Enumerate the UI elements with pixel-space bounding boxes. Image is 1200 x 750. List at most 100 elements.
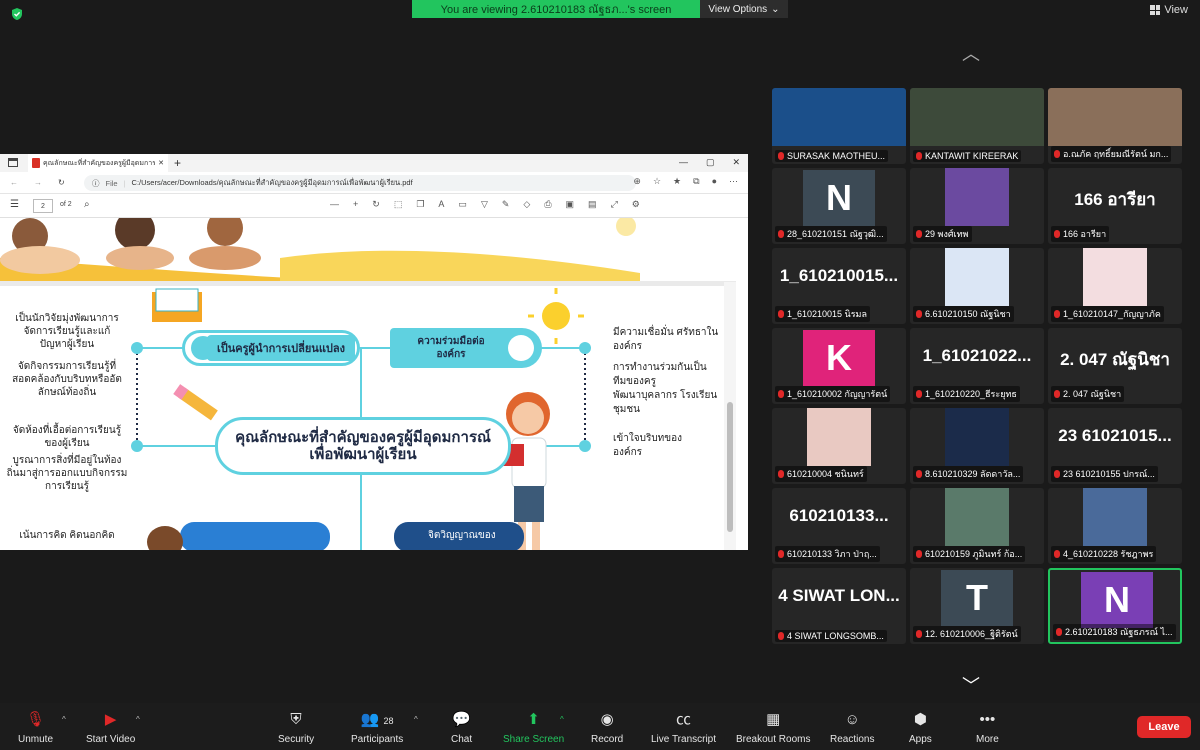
live-transcript-button[interactable]: ㏄ Live Transcript [651, 711, 716, 745]
participants-button[interactable]: 👥 28 Participants [351, 711, 403, 745]
participant-tile[interactable]: 6.610210150 ณัฐนิชา [910, 248, 1044, 324]
participant-tile[interactable]: 4_610210228 รัชฎาพร [1048, 488, 1182, 564]
settings-icon[interactable]: ⚙ [632, 199, 640, 210]
participant-tile[interactable]: N 2.610210183 ณัฐธภรณ์ ไ... [1048, 568, 1182, 644]
fit-page-icon[interactable]: ⬚ [394, 199, 403, 210]
participant-tile[interactable]: อ.ณภัค ฤทธิ์ยมณีรัตน์ มก... [1048, 88, 1182, 164]
profile-icon[interactable]: ● [712, 176, 717, 187]
participant-tile[interactable]: 29 พงศ์เทพ [910, 168, 1044, 244]
start-video-button[interactable]: ▶ Start Video [86, 711, 135, 745]
new-tab-button[interactable]: + [174, 156, 181, 170]
gallery-down-arrow[interactable]: ﹀ [962, 672, 980, 698]
leave-button[interactable]: Leave [1137, 716, 1191, 738]
participant-name-label: KANTAWIT KIREERAK [913, 150, 1022, 162]
contents-icon[interactable]: ☰ [10, 199, 19, 210]
participant-tile[interactable]: SURASAK MAOTHEU... [772, 88, 906, 164]
window-menu-icon[interactable] [8, 158, 18, 167]
participant-tile[interactable]: 2. 047 ณัฐนิชา 2. 047 ณัฐนิชา [1048, 328, 1182, 404]
zoom-in-icon[interactable]: + [353, 199, 358, 210]
share-screen-button[interactable]: ⬆ Share Screen [503, 711, 564, 745]
more-icon: ••• [979, 711, 996, 728]
participant-tile[interactable]: 4 SIWAT LON... 4 SIWAT LONGSOMB... [772, 568, 906, 644]
unmute-button[interactable]: 🎙 Unmute [18, 711, 53, 745]
scrollbar-thumb[interactable] [727, 402, 733, 532]
audio-options-caret[interactable]: ^ [62, 715, 66, 724]
participant-name: KANTAWIT KIREERAK [925, 151, 1019, 161]
shield-icon[interactable] [10, 7, 24, 21]
participant-name: 1_610210015 นิรมล [787, 309, 867, 319]
chevron-down-icon: ⌄ [771, 3, 780, 15]
page-number-input[interactable]: 2 [33, 199, 53, 213]
chat-button[interactable]: 💬 Chat [451, 711, 472, 745]
apps-button[interactable]: ⬢ Apps [909, 711, 932, 745]
mindmap-dot [131, 342, 143, 354]
video-options-caret[interactable]: ^ [136, 715, 140, 724]
save-as-icon[interactable]: ▤ [588, 199, 597, 210]
highlight-icon[interactable]: ✎ [502, 199, 510, 210]
share-options-caret[interactable]: ^ [560, 715, 564, 724]
refresh-icon[interactable]: ↻ [58, 178, 72, 187]
pdf-scrollbar[interactable] [724, 282, 736, 550]
participant-tile[interactable]: 8.610210329 ลัดดาวัล... [910, 408, 1044, 484]
participant-tile[interactable]: 610210133... 610210133 วิภา ป่าฤ... [772, 488, 906, 564]
search-icon[interactable]: ⌕ [84, 199, 90, 210]
participant-tile[interactable]: 1_610210147_กัญญาภัค [1048, 248, 1182, 324]
collections-icon[interactable]: ⧉ [693, 176, 699, 187]
two-page-icon[interactable]: ▭ [458, 199, 467, 210]
browser-tab[interactable]: คุณลักษณะที่สำคัญของครูผู้มีอุดมการณ์...… [28, 154, 168, 172]
minimize-icon[interactable]: — [679, 157, 688, 168]
window-controls: — ▢ ✕ [679, 157, 740, 168]
participant-tile[interactable]: 23 61021015... 23 610210155 ปกรณ์... [1048, 408, 1182, 484]
mic-muted-icon [778, 230, 784, 238]
rotate-icon[interactable]: ↻ [372, 199, 380, 210]
maximize-icon[interactable]: ▢ [706, 157, 715, 168]
zoom-icon[interactable]: ⊕ [633, 176, 641, 187]
fullscreen-icon[interactable]: ⤢ [611, 199, 618, 210]
participant-tile[interactable]: 1_61021022... 1_610210220_ธีระยุทธ [910, 328, 1044, 404]
view-options-button[interactable]: View Options ⌄ [700, 0, 788, 18]
print-icon[interactable]: ⎙ [544, 199, 551, 210]
view-button[interactable]: View [1150, 4, 1188, 16]
pdf-viewport[interactable]: เป็นครูผู้นำการเปลี่ยนแปลง ความร่วมมือต่… [0, 218, 736, 550]
more-label: More [976, 734, 999, 745]
participants-options-caret[interactable]: ^ [414, 715, 418, 724]
more-icon[interactable]: ⋯ [729, 176, 738, 187]
favorites-icon[interactable]: ★ [673, 176, 681, 187]
forward-icon[interactable]: → [34, 178, 48, 187]
participant-tile[interactable]: 610210004 ชนินทร์ [772, 408, 906, 484]
back-icon[interactable]: ← [10, 178, 24, 187]
favorite-icon[interactable]: ☆ [653, 176, 661, 187]
meeting-toolbar: 🎙 Unmute ^ ▶ Start Video ^ ⛨ Security 👥 … [0, 703, 1200, 750]
participant-name-label: 23 610210155 ปกรณ์... [1051, 466, 1158, 482]
left-item: บูรณาการสิ่งที่มีอยู่ในท้อง ถิ่นมาสู่การ… [6, 455, 128, 492]
breakout-rooms-button[interactable]: ▦ Breakout Rooms [736, 711, 810, 745]
close-icon[interactable]: ✕ [732, 157, 740, 168]
participant-tile[interactable]: T 12. 610210006_ฐิติรัตน์ [910, 568, 1044, 644]
record-button[interactable]: ◉ Record [591, 711, 623, 745]
participant-name-label: 1_610210220_ธีระยุทธ [913, 386, 1020, 402]
draw-icon[interactable]: ▽ [481, 199, 488, 210]
reactions-button[interactable]: ☺ Reactions [830, 711, 874, 745]
gallery-up-arrow[interactable]: ︿ [962, 40, 980, 66]
mic-muted-icon [778, 310, 784, 318]
shared-screen[interactable]: คุณลักษณะที่สำคัญของครูผู้มีอุดมการณ์...… [0, 154, 748, 550]
more-button[interactable]: ••• More [976, 711, 999, 745]
tab-close-icon[interactable]: ✕ [158, 159, 164, 167]
zoom-out-icon[interactable]: — [330, 199, 339, 210]
participant-tile[interactable]: 166 อารียา 166 อารียา [1048, 168, 1182, 244]
page-view-icon[interactable]: ❐ [416, 199, 424, 210]
participant-tile[interactable]: 610210159 ภูมินทร์ ก้อ... [910, 488, 1044, 564]
participant-tile[interactable]: 1_610210015... 1_610210015 นิรมล [772, 248, 906, 324]
erase-icon[interactable]: ◇ [523, 199, 530, 210]
save-icon[interactable]: ▣ [566, 199, 575, 210]
participant-tile[interactable]: KANTAWIT KIREERAK [910, 88, 1044, 164]
security-label: Security [278, 734, 315, 745]
mic-muted-icon [778, 470, 784, 478]
participants-icon: 👥 28 [360, 711, 394, 728]
read-aloud-icon[interactable]: A [438, 199, 444, 210]
participant-name-label: 28_610210151 ณัฐวุฒิ... [775, 226, 887, 242]
participant-tile[interactable]: N 28_610210151 ณัฐวุฒิ... [772, 168, 906, 244]
security-button[interactable]: ⛨ Security [278, 711, 314, 745]
address-bar[interactable]: ⓘ File | C:/Users/acer/Downloads/คุณลักษ… [84, 175, 636, 191]
participant-tile[interactable]: K 1_610210002 กัญญารัตน์ [772, 328, 906, 404]
